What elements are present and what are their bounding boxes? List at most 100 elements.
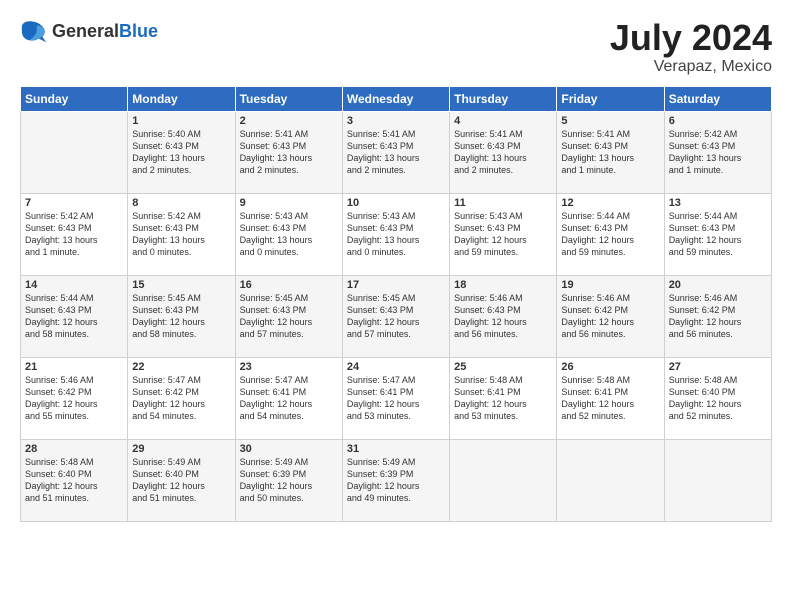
- title-month: July 2024: [610, 18, 772, 58]
- calendar-cell: 14Sunrise: 5:44 AM Sunset: 6:43 PM Dayli…: [21, 275, 128, 357]
- calendar-cell: 20Sunrise: 5:46 AM Sunset: 6:42 PM Dayli…: [664, 275, 771, 357]
- day-number: 20: [669, 279, 767, 291]
- calendar-cell: [664, 439, 771, 521]
- calendar-cell: 24Sunrise: 5:47 AM Sunset: 6:41 PM Dayli…: [342, 357, 449, 439]
- calendar-cell: 9Sunrise: 5:43 AM Sunset: 6:43 PM Daylig…: [235, 193, 342, 275]
- logo-icon: [20, 18, 48, 46]
- calendar-cell: 13Sunrise: 5:44 AM Sunset: 6:43 PM Dayli…: [664, 193, 771, 275]
- cell-info: Sunrise: 5:49 AM Sunset: 6:40 PM Dayligh…: [132, 456, 230, 505]
- header-tuesday: Tuesday: [235, 86, 342, 111]
- day-number: 27: [669, 361, 767, 373]
- cell-info: Sunrise: 5:44 AM Sunset: 6:43 PM Dayligh…: [669, 210, 767, 259]
- day-number: 15: [132, 279, 230, 291]
- day-number: 11: [454, 197, 552, 209]
- day-number: 17: [347, 279, 445, 291]
- calendar-week-2: 7 Sunrise: 5:42 AM Sunset: 6:43 PM Daylig…: [21, 193, 772, 275]
- calendar-cell: 4Sunrise: 5:41 AM Sunset: 6:43 PM Daylig…: [450, 111, 557, 193]
- title-block: July 2024 Verapaz, Mexico: [610, 18, 772, 76]
- cell-info: Sunrise: 5:46 AM Sunset: 6:42 PM Dayligh…: [561, 292, 659, 341]
- cell-info: Sunrise: 5:41 AM Sunset: 6:43 PM Dayligh…: [240, 128, 338, 177]
- calendar-week-1: 1Sunrise: 5:40 AM Sunset: 6:43 PM Daylig…: [21, 111, 772, 193]
- day-number: 8: [132, 197, 230, 209]
- day-number: 21: [25, 361, 123, 373]
- cell-info: Sunrise: 5:45 AM Sunset: 6:43 PM Dayligh…: [132, 292, 230, 341]
- logo-text: GeneralBlue: [52, 22, 158, 42]
- logo: GeneralBlue: [20, 18, 158, 46]
- day-number: 23: [240, 361, 338, 373]
- calendar-cell: 11Sunrise: 5:43 AM Sunset: 6:43 PM Dayli…: [450, 193, 557, 275]
- cell-info: Sunrise: 5:46 AM Sunset: 6:42 PM Dayligh…: [25, 374, 123, 423]
- calendar-cell: 6Sunrise: 5:42 AM Sunset: 6:43 PM Daylig…: [664, 111, 771, 193]
- calendar-cell: 21Sunrise: 5:46 AM Sunset: 6:42 PM Dayli…: [21, 357, 128, 439]
- calendar-cell: [557, 439, 664, 521]
- cell-info: Sunrise: 5:48 AM Sunset: 6:41 PM Dayligh…: [454, 374, 552, 423]
- cell-info: Sunrise: 5:40 AM Sunset: 6:43 PM Dayligh…: [132, 128, 230, 177]
- day-number: 6: [669, 115, 767, 127]
- cell-info: Sunrise: 5:47 AM Sunset: 6:42 PM Dayligh…: [132, 374, 230, 423]
- cell-info: Sunrise: 5:48 AM Sunset: 6:40 PM Dayligh…: [669, 374, 767, 423]
- day-number: 10: [347, 197, 445, 209]
- cell-info: Sunrise: 5:45 AM Sunset: 6:43 PM Dayligh…: [347, 292, 445, 341]
- day-number: 18: [454, 279, 552, 291]
- day-number: 19: [561, 279, 659, 291]
- logo-general: General: [52, 22, 119, 42]
- calendar-cell: 5Sunrise: 5:41 AM Sunset: 6:43 PM Daylig…: [557, 111, 664, 193]
- cell-info: Sunrise: 5:43 AM Sunset: 6:43 PM Dayligh…: [347, 210, 445, 259]
- day-number: 12: [561, 197, 659, 209]
- cell-info: Sunrise: 5:44 AM Sunset: 6:43 PM Dayligh…: [25, 292, 123, 341]
- cell-info: Sunrise: 5:47 AM Sunset: 6:41 PM Dayligh…: [240, 374, 338, 423]
- calendar-week-5: 28Sunrise: 5:48 AM Sunset: 6:40 PM Dayli…: [21, 439, 772, 521]
- cell-info: Sunrise: 5:44 AM Sunset: 6:43 PM Dayligh…: [561, 210, 659, 259]
- day-number: 13: [669, 197, 767, 209]
- cell-info: Sunrise: 5:48 AM Sunset: 6:40 PM Dayligh…: [25, 456, 123, 505]
- day-number: 16: [240, 279, 338, 291]
- day-number: 3: [347, 115, 445, 127]
- cell-info: Sunrise: 5:41 AM Sunset: 6:43 PM Dayligh…: [561, 128, 659, 177]
- day-number: 29: [132, 443, 230, 455]
- cell-info: Sunrise: 5:48 AM Sunset: 6:41 PM Dayligh…: [561, 374, 659, 423]
- calendar-cell: 31Sunrise: 5:49 AM Sunset: 6:39 PM Dayli…: [342, 439, 449, 521]
- calendar-cell: [21, 111, 128, 193]
- day-number: 14: [25, 279, 123, 291]
- calendar-cell: 18Sunrise: 5:46 AM Sunset: 6:43 PM Dayli…: [450, 275, 557, 357]
- day-number: 9: [240, 197, 338, 209]
- day-number: 30: [240, 443, 338, 455]
- cell-info: Sunrise: 5:41 AM Sunset: 6:43 PM Dayligh…: [347, 128, 445, 177]
- header-saturday: Saturday: [664, 86, 771, 111]
- cell-info: Sunrise: 5:47 AM Sunset: 6:41 PM Dayligh…: [347, 374, 445, 423]
- day-number: 24: [347, 361, 445, 373]
- calendar-cell: 19Sunrise: 5:46 AM Sunset: 6:42 PM Dayli…: [557, 275, 664, 357]
- logo-blue: Blue: [119, 22, 158, 42]
- day-number: 28: [25, 443, 123, 455]
- calendar-cell: 10Sunrise: 5:43 AM Sunset: 6:43 PM Dayli…: [342, 193, 449, 275]
- calendar-cell: 7Sunrise: 5:42 AM Sunset: 6:43 PM Daylig…: [21, 193, 128, 275]
- cell-info: Sunrise: 5:43 AM Sunset: 6:43 PM Dayligh…: [454, 210, 552, 259]
- day-number: 2: [240, 115, 338, 127]
- calendar-cell: 23Sunrise: 5:47 AM Sunset: 6:41 PM Dayli…: [235, 357, 342, 439]
- header-monday: Monday: [128, 86, 235, 111]
- calendar-cell: 17Sunrise: 5:45 AM Sunset: 6:43 PM Dayli…: [342, 275, 449, 357]
- calendar-cell: 30Sunrise: 5:49 AM Sunset: 6:39 PM Dayli…: [235, 439, 342, 521]
- day-number: 26: [561, 361, 659, 373]
- header-sunday: Sunday: [21, 86, 128, 111]
- calendar-cell: 16Sunrise: 5:45 AM Sunset: 6:43 PM Dayli…: [235, 275, 342, 357]
- header-thursday: Thursday: [450, 86, 557, 111]
- cell-info: Sunrise: 5:42 AM Sunset: 6:43 PM Dayligh…: [132, 210, 230, 259]
- header-wednesday: Wednesday: [342, 86, 449, 111]
- cell-info: Sunrise: 5:43 AM Sunset: 6:43 PM Dayligh…: [240, 210, 338, 259]
- day-number: 31: [347, 443, 445, 455]
- title-location: Verapaz, Mexico: [610, 58, 772, 76]
- calendar-cell: 26Sunrise: 5:48 AM Sunset: 6:41 PM Dayli…: [557, 357, 664, 439]
- day-number: 7: [25, 197, 123, 209]
- day-number: 25: [454, 361, 552, 373]
- cell-info: Sunrise: 5:49 AM Sunset: 6:39 PM Dayligh…: [347, 456, 445, 505]
- cell-info: Sunrise: 5:46 AM Sunset: 6:43 PM Dayligh…: [454, 292, 552, 341]
- calendar-cell: 8Sunrise: 5:42 AM Sunset: 6:43 PM Daylig…: [128, 193, 235, 275]
- cell-info: Sunrise: 5:42 AM Sunset: 6:43 PM Dayligh…: [669, 128, 767, 177]
- calendar-cell: 22Sunrise: 5:47 AM Sunset: 6:42 PM Dayli…: [128, 357, 235, 439]
- cell-info: Sunrise: 5:41 AM Sunset: 6:43 PM Dayligh…: [454, 128, 552, 177]
- cell-info: Sunrise: 5:49 AM Sunset: 6:39 PM Dayligh…: [240, 456, 338, 505]
- calendar-cell: 12Sunrise: 5:44 AM Sunset: 6:43 PM Dayli…: [557, 193, 664, 275]
- calendar-week-3: 14Sunrise: 5:44 AM Sunset: 6:43 PM Dayli…: [21, 275, 772, 357]
- calendar-cell: 1Sunrise: 5:40 AM Sunset: 6:43 PM Daylig…: [128, 111, 235, 193]
